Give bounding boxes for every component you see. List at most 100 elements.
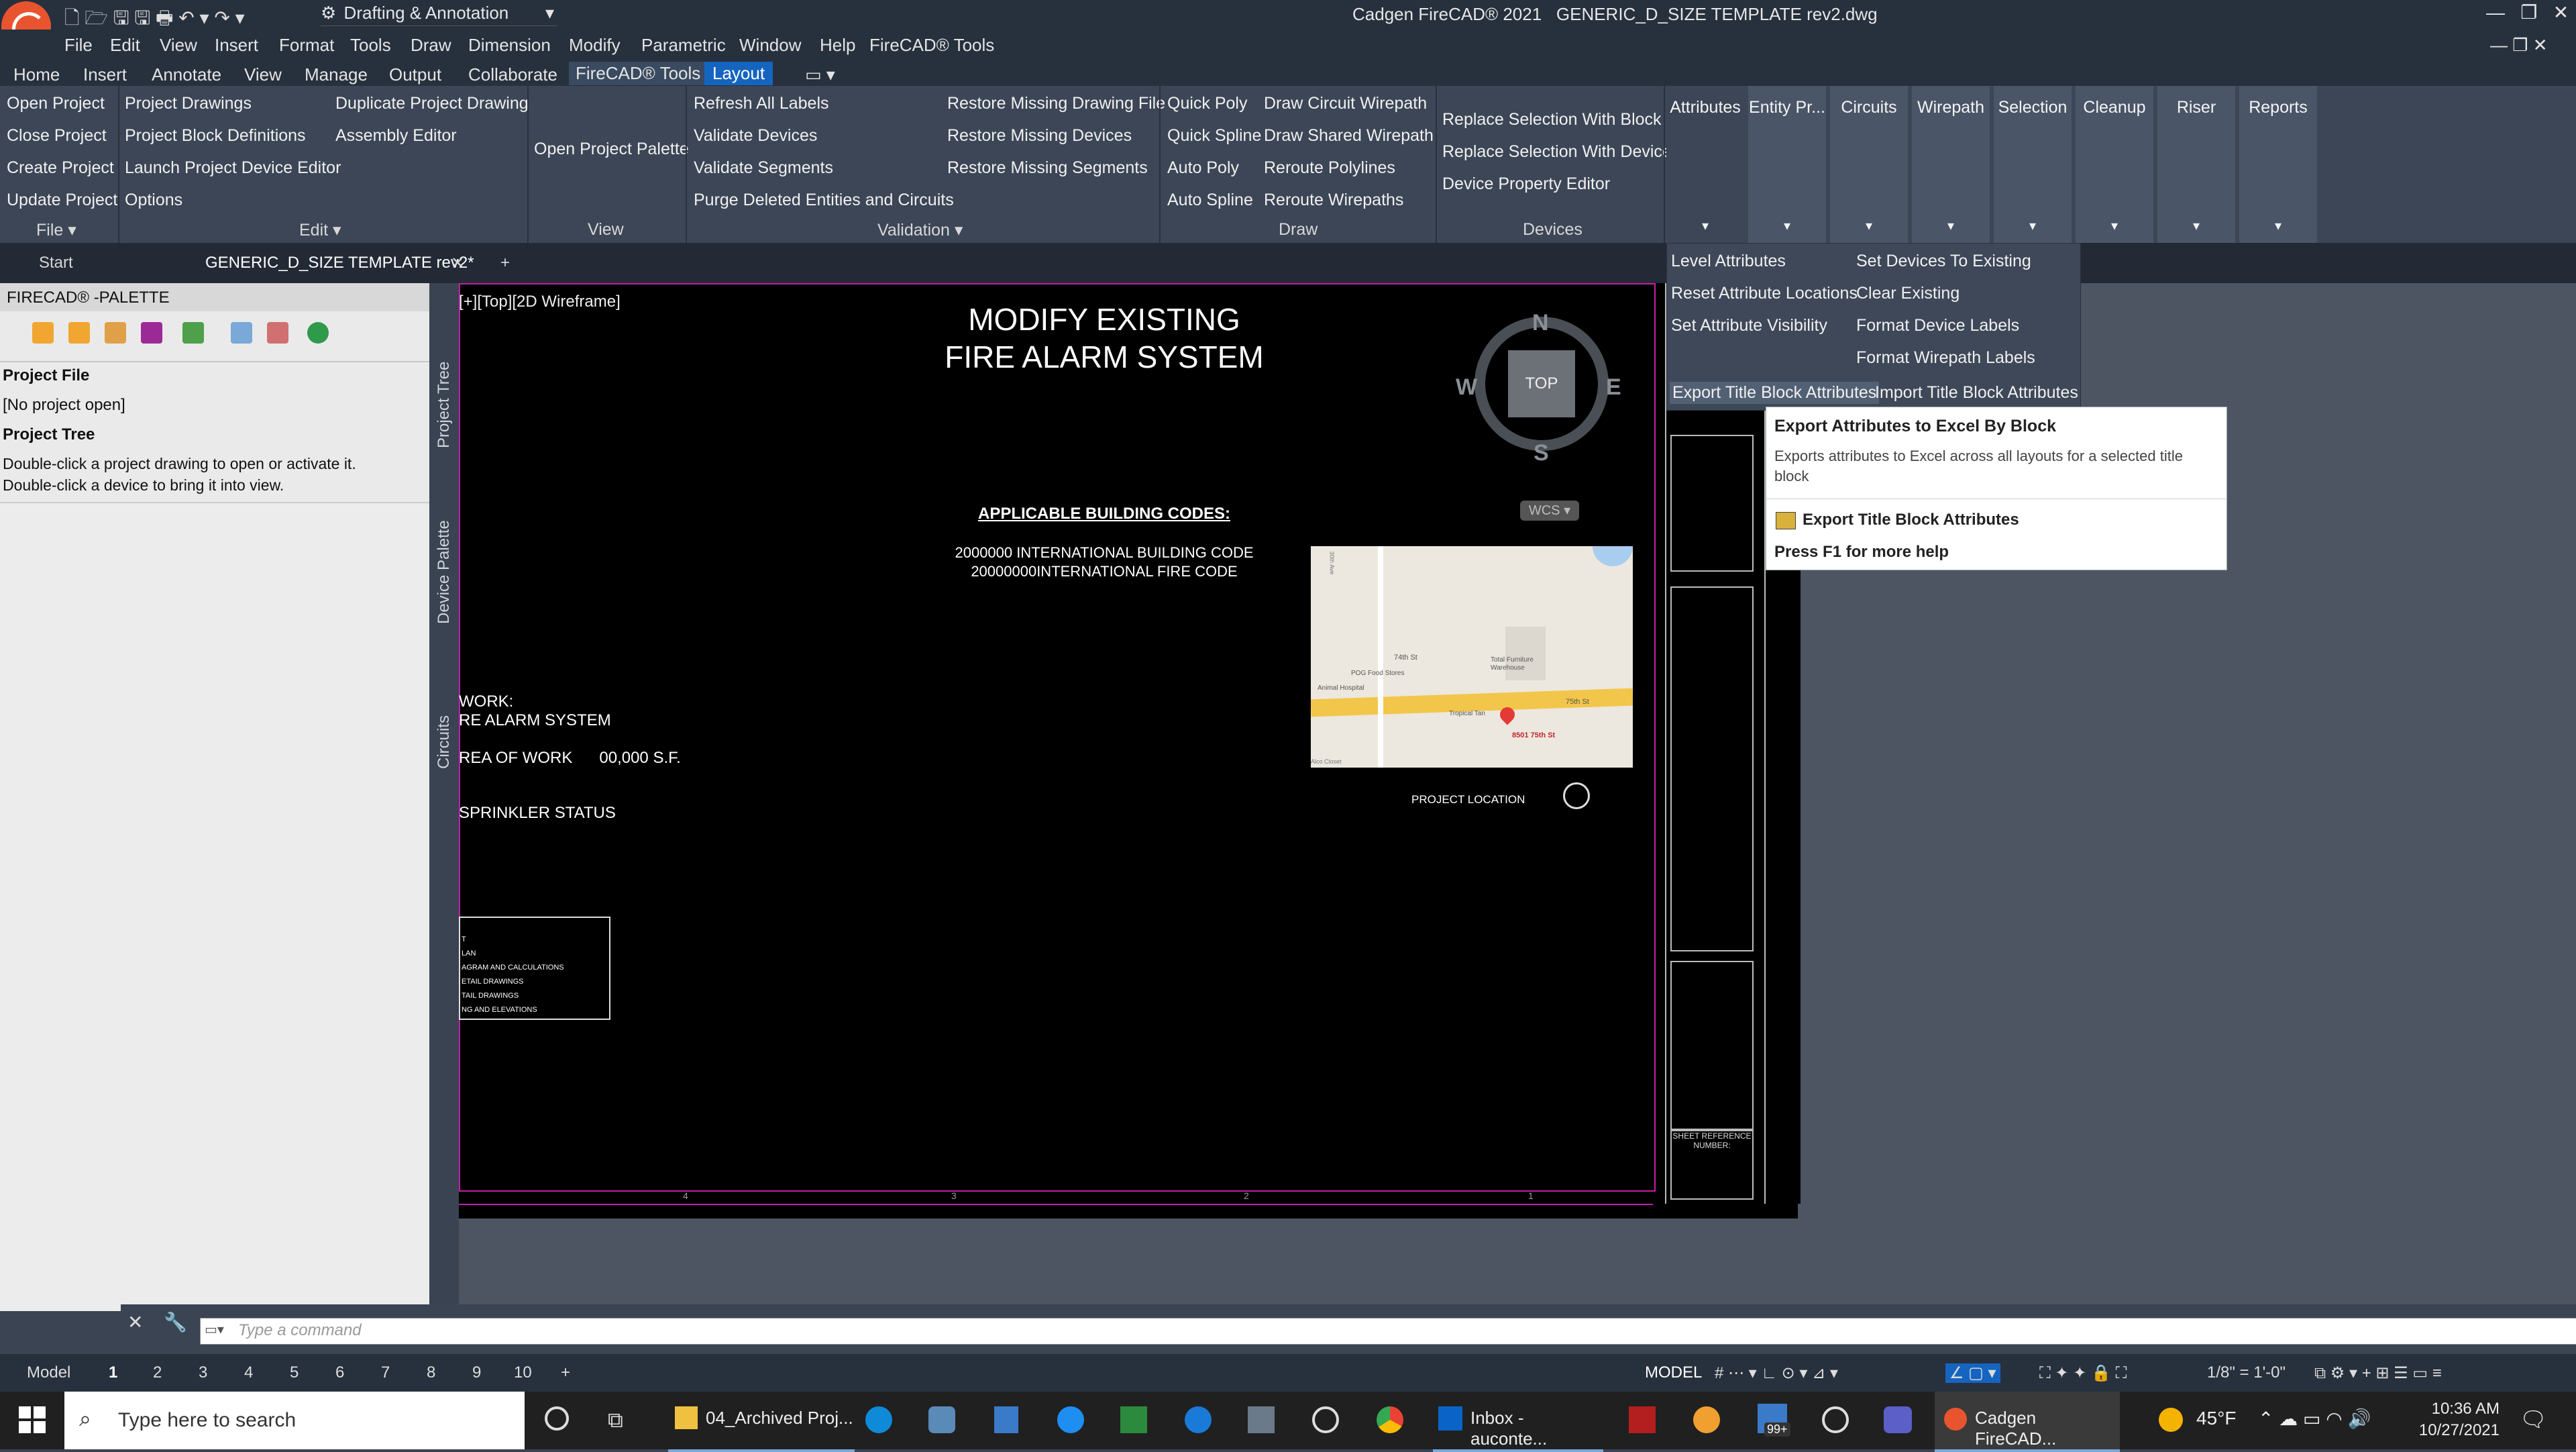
settings-app-icon[interactable] (1693, 1406, 1720, 1433)
tab-layout-5[interactable]: 5 (290, 1363, 299, 1382)
tab-layout-8[interactable]: 8 (427, 1363, 435, 1382)
restore-missing-devices-button[interactable]: Restore Missing Devices (947, 126, 1132, 146)
tab-output[interactable]: Output (389, 64, 441, 85)
validate-segments-button[interactable]: Validate Segments (694, 158, 833, 178)
close-project-button[interactable]: Close Project (7, 126, 107, 146)
auto-spline-button[interactable]: Auto Spline (1167, 191, 1253, 210)
file-panel-label[interactable]: File ▾ (36, 220, 76, 240)
refresh-all-labels-button[interactable]: Refresh All Labels (694, 94, 829, 113)
tab-home[interactable]: Home (13, 64, 60, 85)
options-button[interactable]: Options (125, 191, 182, 210)
tab-layout-6[interactable]: 6 (335, 1363, 344, 1382)
tab-layout-2[interactable]: 2 (153, 1363, 162, 1382)
quick-spline-button[interactable]: Quick Spline (1167, 126, 1261, 146)
annotation-scale[interactable]: 1/8" = 1'-0" (2207, 1363, 2286, 1382)
speedometer-icon[interactable] (1822, 1406, 1849, 1433)
format-wirepath-labels-item[interactable]: Format Wirepath Labels (1856, 348, 2035, 368)
create-project-button[interactable]: Create Project (7, 158, 114, 178)
folder-icon[interactable] (105, 322, 126, 344)
weather-sun-icon[interactable] (2159, 1408, 2183, 1432)
weather-temperature[interactable]: 45°F (2196, 1408, 2236, 1429)
project-block-definitions-button[interactable]: Project Block Definitions (125, 126, 306, 146)
tab-layout-7[interactable]: 7 (381, 1363, 390, 1382)
side-tab-project-tree[interactable]: Project Tree (435, 362, 453, 448)
teamviewer-icon[interactable] (1057, 1406, 1084, 1433)
add-layout-button[interactable]: + (561, 1363, 570, 1382)
new-project-icon[interactable] (32, 322, 54, 344)
menu-help[interactable]: Help (820, 35, 855, 56)
system-tray-icons[interactable]: ⌃ ☁ ▭ ◠ 🔊 (2258, 1408, 2371, 1430)
side-tab-device-palette[interactable]: Device Palette (435, 520, 453, 624)
set-attribute-visibility-item[interactable]: Set Attribute Visibility (1671, 316, 1827, 335)
network-app-icon[interactable] (1248, 1406, 1275, 1433)
menu-dimension[interactable]: Dimension (468, 35, 551, 56)
doc-window-controls[interactable]: — ❐ ✕ (2490, 35, 2548, 56)
command-placeholder[interactable]: Type a command (238, 1321, 362, 1340)
taskbar-app-firecad[interactable]: Cadgen FireCAD... (1935, 1392, 2120, 1452)
chart-app-icon[interactable] (1120, 1406, 1147, 1433)
selection-button[interactable]: Selection ▾ (1994, 86, 2072, 243)
tab-layout-1[interactable]: 1 (109, 1363, 117, 1382)
taskbar-app-outlook[interactable]: Inbox - auconte... (1433, 1392, 1603, 1452)
launch-device-editor-button[interactable]: Launch Project Device Editor (125, 158, 341, 178)
mail-icon[interactable]: 99+ (1758, 1404, 1790, 1437)
browser-icon[interactable] (1185, 1406, 1212, 1433)
wrench-icon[interactable]: 🔧 (164, 1311, 187, 1333)
menu-window[interactable]: Window (739, 35, 801, 56)
drawing-sheet[interactable]: 4 3 2 1 [+][Top][2D Wireframe] MODIFY EX… (459, 283, 1801, 1218)
lock-app-icon[interactable] (1312, 1406, 1339, 1433)
wirepath-button[interactable]: Wirepath ▾ (1912, 86, 1990, 243)
assembly-editor-button[interactable]: Assembly Editor (335, 126, 457, 146)
tab-firecad-tools[interactable]: FireCAD® Tools (569, 62, 708, 85)
save-icon[interactable] (141, 322, 162, 344)
model-space-toggle[interactable]: MODEL (1645, 1363, 1702, 1382)
edge-icon[interactable] (865, 1406, 892, 1433)
menu-modify[interactable]: Modify (569, 35, 621, 56)
reroute-wirepaths-button[interactable]: Reroute Wirepaths (1264, 191, 1403, 210)
add-drawing-icon[interactable] (231, 322, 252, 344)
status-toolbar-icons[interactable]: # ⋯ ▾ ∟ ⊙ ▾ ⊿ ▾ (1715, 1363, 1838, 1383)
filezilla-icon[interactable] (1629, 1406, 1656, 1433)
purge-deleted-button[interactable]: Purge Deleted Entities and Circuits (694, 191, 954, 210)
open-project-palette-button[interactable]: Open Project Palette (534, 140, 689, 159)
side-tab-circuits[interactable]: Circuits (435, 715, 453, 769)
entity-properties-button[interactable]: Entity Pr... ▾ (1748, 86, 1826, 243)
viewport-label[interactable]: [+][Top][2D Wireframe] (459, 293, 621, 311)
menu-edit[interactable]: Edit (110, 35, 140, 56)
import-title-block-attributes-item[interactable]: Import Title Block Attributes (1875, 383, 2078, 403)
level-attributes-item[interactable]: Level Attributes (1671, 252, 1786, 271)
menu-file[interactable]: File (64, 35, 93, 56)
close-tab-icon[interactable]: ✕ (451, 254, 464, 273)
update-project-button[interactable]: Update Project (7, 191, 117, 210)
restore-missing-drawing-button[interactable]: Restore Missing Drawing File (947, 94, 1165, 113)
reports-button[interactable]: Reports ▾ (2239, 86, 2317, 243)
project-drawings-button[interactable]: Project Drawings (125, 94, 252, 113)
chrome-icon[interactable] (1377, 1406, 1403, 1433)
tab-insert[interactable]: Insert (83, 64, 127, 85)
project-tree-area[interactable] (0, 502, 429, 1311)
tab-layout[interactable]: Layout (704, 62, 773, 85)
tab-model[interactable]: Model (27, 1363, 70, 1382)
viewcube-top[interactable]: TOP (1508, 350, 1575, 417)
notification-center-icon[interactable]: 🗨 (2520, 1406, 2547, 1432)
validate-devices-button[interactable]: Validate Devices (694, 126, 817, 146)
menu-parametric[interactable]: Parametric (641, 35, 726, 56)
close-command-icon[interactable]: ✕ (127, 1311, 154, 1345)
replace-with-device-button[interactable]: Replace Selection With Device (1442, 142, 1672, 162)
circuits-button[interactable]: Circuits ▾ (1830, 86, 1908, 243)
tab-layout-4[interactable]: 4 (244, 1363, 253, 1382)
status-right-icons[interactable]: ⧉ ⚙ ▾ + ⊞ ☰ ▭ ≡ (2314, 1363, 2442, 1383)
draw-shared-wirepath-button[interactable]: Draw Shared Wirepath (1264, 126, 1434, 146)
menu-tools[interactable]: Tools (350, 35, 391, 56)
export-title-block-attributes-item[interactable]: Export Title Block Attributes (1670, 382, 1880, 404)
format-device-labels-item[interactable]: Format Device Labels (1856, 316, 2019, 335)
auto-poly-button[interactable]: Auto Poly (1167, 158, 1239, 178)
reroute-polylines-button[interactable]: Reroute Polylines (1264, 158, 1395, 178)
calculator-icon[interactable] (994, 1406, 1018, 1433)
attributes-button[interactable]: Attributes ▾ (1666, 86, 1744, 243)
snipping-tool-icon[interactable] (928, 1406, 955, 1433)
reset-attribute-locations-item[interactable]: Reset Attribute Locations (1671, 284, 1858, 303)
clear-existing-item[interactable]: Clear Existing (1856, 284, 1960, 303)
tab-manage[interactable]: Manage (305, 64, 368, 85)
remove-drawing-icon[interactable] (267, 322, 288, 344)
